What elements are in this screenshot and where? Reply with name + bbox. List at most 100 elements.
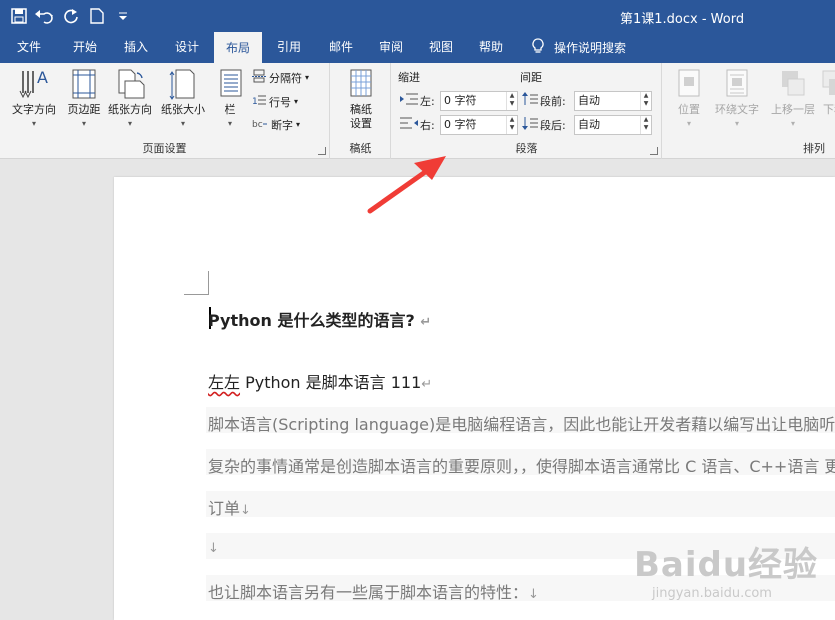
indent-right-input[interactable]: 0 字符 ▲ ▼: [440, 115, 518, 135]
paragraph-mark-icon: ↵: [421, 377, 433, 392]
lightbulb-icon: [532, 38, 544, 57]
tell-me-label: 操作说明搜索: [554, 41, 627, 55]
spacing-after-spinner-icon[interactable]: ▲ ▼: [640, 116, 651, 134]
paragraph-launcher-icon[interactable]: [650, 147, 658, 155]
tab-mailings[interactable]: 邮件: [318, 32, 364, 63]
new-document-icon[interactable]: [86, 6, 108, 26]
watermark-sub: jingyan.baidu.com: [652, 586, 772, 601]
indent-right-spinner-icon[interactable]: ▲ ▼: [506, 116, 517, 134]
paragraph-group: 缩进 间距 左: 0 字符 ▲ ▼ 右: 0 字符 ▲ ▼ 段前: 自动 ▲ ▼ 段后: 自…: [392, 63, 662, 159]
send-backward-icon: [819, 67, 835, 101]
indent-left-input[interactable]: 0 字符 ▲ ▼: [440, 91, 518, 111]
svg-text:1: 1: [252, 97, 258, 107]
margins-button[interactable]: 页边距 ▾: [62, 67, 106, 131]
line-numbers-icon: 1: [252, 93, 266, 110]
columns-icon: [214, 67, 248, 101]
document-page[interactable]: Python 是什么类型的语言? ↵ 左左 Python 是脚本语言 111↵ …: [114, 177, 835, 620]
spacing-before-icon: [522, 92, 538, 109]
tab-references[interactable]: 引用: [266, 32, 312, 63]
indent-right-label: 右:: [420, 119, 435, 132]
position-label: 位置: [678, 103, 700, 116]
spacing-after-value: 自动: [578, 118, 600, 131]
bring-forward-button[interactable]: 上移一层 ▾: [765, 67, 821, 131]
margins-icon: [67, 67, 101, 101]
breaks-icon: [252, 69, 266, 86]
text-direction-label: 文字方向: [12, 103, 56, 116]
document-heading[interactable]: Python 是什么类型的语言? ↵: [208, 307, 431, 331]
ribbon-tab-row: 文件 开始 插入 设计 布局 引用 邮件 审阅 视图 帮助 操作说明搜索: [0, 32, 835, 63]
text-direction-button[interactable]: A 文字方向 ▾: [6, 67, 62, 131]
breaks-label: 分隔符: [269, 71, 302, 85]
document-paragraph-4[interactable]: ↓: [208, 537, 219, 556]
line-numbers-label: 行号: [269, 95, 291, 109]
paper-size-icon: [166, 67, 200, 101]
customize-qat-icon[interactable]: [112, 6, 134, 26]
document-title: 第1课1.docx - Word: [620, 12, 745, 27]
document-paragraph-1[interactable]: 脚本语言(Scripting language)是电脑编程语言，因此也能让开发者…: [208, 411, 835, 435]
tab-view[interactable]: 视图: [418, 32, 464, 63]
text-direction-icon: A: [17, 67, 51, 101]
orientation-label: 纸张方向: [108, 103, 152, 116]
redo-icon[interactable]: [60, 6, 82, 26]
save-icon[interactable]: [8, 6, 30, 26]
document-area[interactable]: Python 是什么类型的语言? ↵ 左左 Python 是脚本语言 111↵ …: [0, 160, 835, 620]
bring-forward-icon: [776, 67, 810, 101]
tab-insert[interactable]: 插入: [112, 32, 160, 63]
tab-home[interactable]: 开始: [60, 32, 110, 63]
manuscript-setup-button[interactable]: 稿纸 设置: [343, 67, 379, 131]
line-break-icon: ↓: [240, 503, 251, 518]
page-setup-group: A 文字方向 ▾ 页边距 ▾ 纸张方向 ▾ 纸张大小 ▾ 栏 ▾ 分隔符 ▾ 1…: [0, 63, 330, 159]
spacing-after-icon: [522, 116, 538, 133]
spacing-after-input[interactable]: 自动 ▲ ▼: [574, 115, 652, 135]
tab-file[interactable]: 文件: [6, 32, 52, 63]
line-break-icon: ↓: [208, 541, 219, 556]
baidu-watermark: Baidu经验 jingyan.baidu.com: [634, 537, 818, 601]
hyphenation-button[interactable]: bc 断字 ▾: [252, 116, 300, 133]
document-paragraph-2[interactable]: 复杂的事情通常是创造脚本语言的重要原则，，使得脚本语言通常比 C 语言、C++语…: [208, 453, 835, 477]
send-backward-label: 下移: [823, 103, 835, 116]
heading-text: Python 是什么类型的语言?: [208, 311, 415, 330]
document-paragraph-3[interactable]: 订单↓: [208, 495, 251, 519]
tab-layout[interactable]: 布局: [214, 32, 262, 63]
tab-help[interactable]: 帮助: [468, 32, 514, 63]
page-setup-launcher-icon[interactable]: [318, 147, 326, 155]
manuscript-setup-line2: 设置: [350, 117, 372, 130]
paragraph-group-label: 段落: [515, 142, 538, 155]
spacing-before-input[interactable]: 自动 ▲ ▼: [574, 91, 652, 111]
paragraph-5-text: 也让脚本语言另有一些属于脚本语言的特性：: [208, 583, 529, 602]
indent-left-spinner-icon[interactable]: ▲ ▼: [506, 92, 517, 110]
tab-review[interactable]: 审阅: [368, 32, 414, 63]
arrange-group-label: 排列: [803, 142, 825, 155]
bring-forward-label: 上移一层: [771, 103, 815, 116]
indent-left-label: 左:: [420, 95, 435, 108]
page-setup-group-label: 页面设置: [142, 142, 187, 155]
tab-design[interactable]: 设计: [164, 32, 210, 63]
undo-icon[interactable]: [34, 6, 56, 26]
columns-button[interactable]: 栏 ▾: [214, 67, 246, 131]
breaks-button[interactable]: 分隔符 ▾: [252, 69, 309, 86]
send-backward-button[interactable]: 下移: [819, 67, 835, 117]
misspelled-word[interactable]: 左左: [208, 373, 240, 392]
watermark-main: Baidu经验: [634, 545, 819, 585]
position-button[interactable]: 位置 ▾: [669, 67, 709, 131]
tell-me-search[interactable]: 操作说明搜索: [532, 32, 626, 63]
line-1-text: Python 是脚本语言 111: [240, 373, 422, 392]
spacing-before-spinner-icon[interactable]: ▲ ▼: [640, 92, 651, 110]
size-button[interactable]: 纸张大小 ▾: [156, 67, 210, 131]
columns-label: 栏: [224, 103, 236, 116]
wrap-text-button[interactable]: 环绕文字 ▾: [709, 67, 765, 131]
svg-text:A: A: [37, 68, 48, 87]
orientation-button[interactable]: 纸张方向 ▾: [104, 67, 156, 131]
spacing-heading: 间距: [520, 71, 542, 84]
orientation-icon: [113, 67, 147, 101]
title-bar: 第1课1.docx - Word: [0, 0, 835, 32]
highlight-band: [206, 491, 835, 517]
size-label: 纸张大小: [161, 103, 205, 116]
manuscript-group-label: 稿纸: [349, 142, 372, 155]
indent-right-icon: [400, 117, 418, 132]
document-line-1[interactable]: 左左 Python 是脚本语言 111↵: [208, 369, 432, 393]
position-icon: [672, 67, 706, 101]
document-paragraph-5[interactable]: 也让脚本语言另有一些属于脚本语言的特性：↓: [208, 579, 539, 603]
line-numbers-button[interactable]: 1 行号 ▾: [252, 93, 298, 110]
hyphenation-label: 断字: [271, 118, 293, 132]
